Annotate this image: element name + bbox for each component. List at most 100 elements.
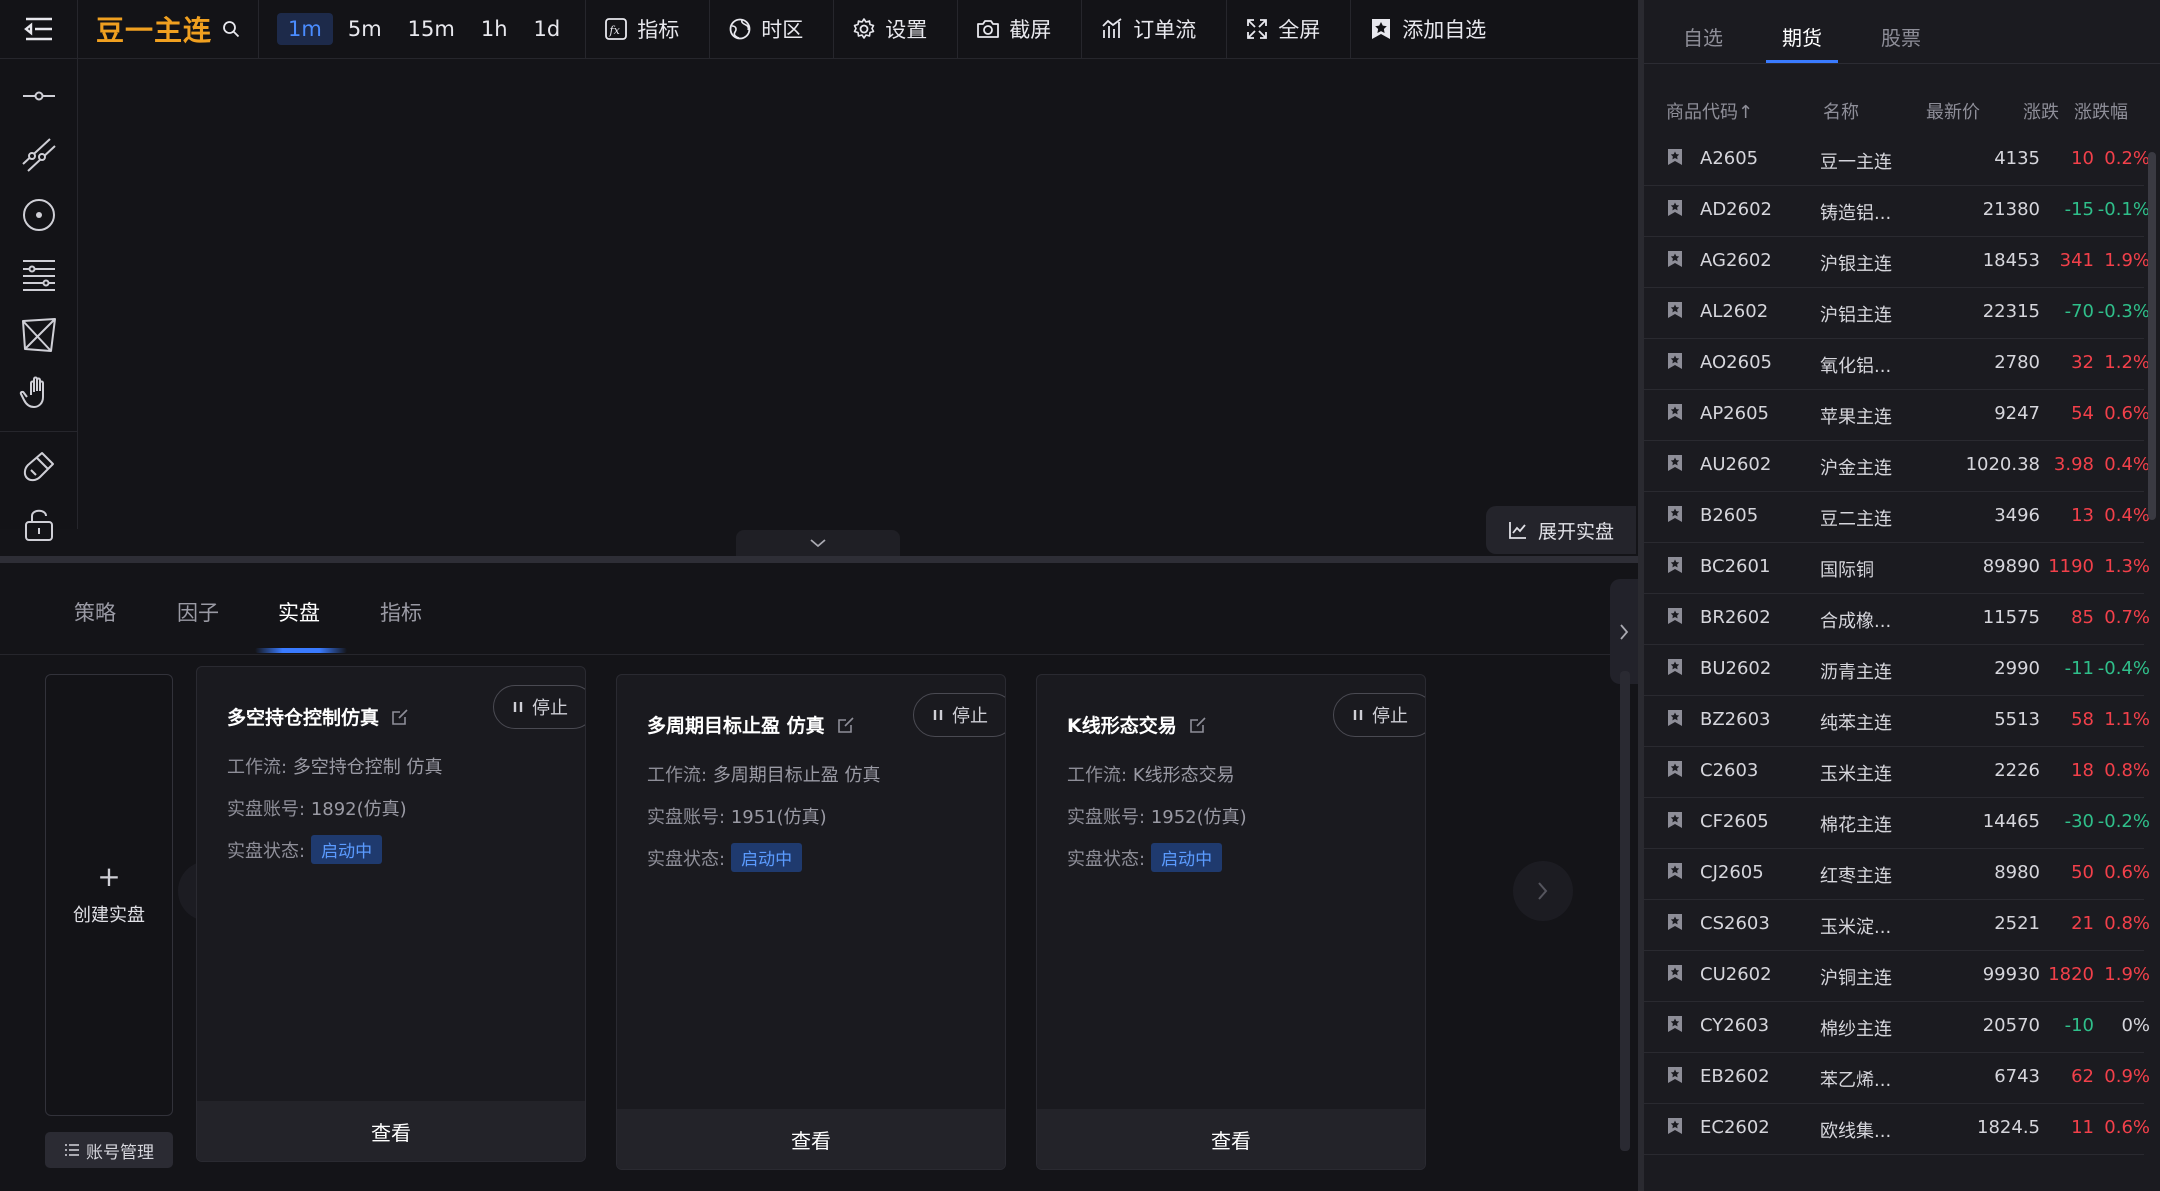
bookmark-icon[interactable] bbox=[1666, 964, 1684, 987]
row-change: -15 bbox=[2064, 199, 2094, 220]
bookmark-icon[interactable] bbox=[1666, 403, 1684, 426]
table-row[interactable]: CF2605 棉花主连 14465 -30 -0.2% bbox=[1644, 798, 2150, 849]
view-button[interactable]: 查看 bbox=[197, 1101, 585, 1161]
bookmark-icon[interactable] bbox=[1666, 913, 1684, 936]
bookmark-icon[interactable] bbox=[1666, 607, 1684, 630]
column-code[interactable]: 商品代码↑ bbox=[1666, 98, 1753, 124]
bookmark-icon[interactable] bbox=[1666, 352, 1684, 375]
circle-tool[interactable] bbox=[17, 193, 61, 237]
chart-canvas[interactable] bbox=[78, 59, 1638, 557]
table-row[interactable]: CJ2605 红枣主连 8980 50 0.6% bbox=[1644, 849, 2150, 900]
table-row[interactable]: BZ2603 纯苯主连 5513 58 1.1% bbox=[1644, 696, 2150, 747]
interval-1h[interactable]: 1h bbox=[470, 13, 519, 45]
bookmark-icon[interactable] bbox=[1666, 1015, 1684, 1038]
interval-5m[interactable]: 5m bbox=[337, 13, 393, 45]
row-change-pct: 1.3% bbox=[2104, 556, 2150, 577]
tab-factor[interactable]: 因子 bbox=[177, 597, 219, 627]
bookmark-icon[interactable] bbox=[1666, 709, 1684, 732]
trend-line-tool[interactable] bbox=[17, 133, 61, 177]
create-live-card[interactable]: + 创建实盘 bbox=[45, 674, 173, 1116]
bookmark-icon[interactable] bbox=[1666, 454, 1684, 477]
screenshot-button[interactable]: 截屏 bbox=[958, 0, 1083, 59]
column-price[interactable]: 最新价 bbox=[1926, 98, 1980, 124]
table-row[interactable]: AD2602 铸造铝... 21380 -15 -0.1% bbox=[1644, 186, 2150, 237]
magnet-tool[interactable] bbox=[17, 445, 61, 489]
table-row[interactable]: AO2605 氧化铝... 2780 32 1.2% bbox=[1644, 339, 2150, 390]
tab-live[interactable]: 实盘 bbox=[278, 597, 320, 627]
fullscreen-button[interactable]: 全屏 bbox=[1227, 0, 1352, 59]
tab-stocks[interactable]: 股票 bbox=[1881, 22, 1921, 51]
table-row[interactable]: CY2603 棉纱主连 20570 -10 0% bbox=[1644, 1002, 2150, 1053]
add-watchlist-button[interactable]: 添加自选 bbox=[1351, 0, 1516, 59]
tab-indicator[interactable]: 指标 bbox=[380, 597, 422, 627]
tab-watchlist[interactable]: 自选 bbox=[1683, 22, 1723, 51]
collapse-chart-button[interactable] bbox=[736, 530, 900, 556]
bookmark-icon[interactable] bbox=[1666, 199, 1684, 222]
indicator-button[interactable]: fx 指标 bbox=[586, 0, 711, 59]
bottom-scrollbar[interactable] bbox=[1620, 671, 1630, 1151]
view-button[interactable]: 查看 bbox=[617, 1109, 1005, 1169]
pan-tool[interactable] bbox=[17, 371, 61, 415]
edit-icon[interactable] bbox=[1189, 716, 1207, 734]
bookmark-icon[interactable] bbox=[1666, 658, 1684, 681]
edit-icon[interactable] bbox=[391, 708, 409, 726]
settings-button[interactable]: 设置 bbox=[834, 0, 959, 59]
bookmark-icon[interactable] bbox=[1666, 301, 1684, 324]
account-management-button[interactable]: 账号管理 bbox=[45, 1132, 173, 1168]
interval-1d[interactable]: 1d bbox=[523, 13, 572, 45]
tab-strategy[interactable]: 策略 bbox=[74, 597, 116, 627]
orderflow-button[interactable]: 订单流 bbox=[1082, 0, 1228, 59]
bookmark-icon[interactable] bbox=[1666, 505, 1684, 528]
table-row[interactable]: AG2602 沪银主连 18453 341 1.9% bbox=[1644, 237, 2150, 288]
bookmark-icon[interactable] bbox=[1666, 250, 1684, 273]
column-change[interactable]: 涨跌 bbox=[2023, 98, 2059, 124]
table-row[interactable]: BU2602 沥青主连 2990 -11 -0.4% bbox=[1644, 645, 2150, 696]
row-change: 85 bbox=[2071, 607, 2094, 628]
column-change-pct[interactable]: 涨跌幅 bbox=[2074, 98, 2128, 124]
row-change-pct: 1.1% bbox=[2104, 709, 2150, 730]
interval-1m[interactable]: 1m bbox=[277, 13, 333, 45]
chevron-right-icon bbox=[1620, 623, 1629, 640]
table-row[interactable]: A2605 豆一主连 4135 10 0.2% bbox=[1644, 135, 2150, 186]
bookmark-icon[interactable] bbox=[1666, 862, 1684, 885]
bookmark-icon[interactable] bbox=[1666, 811, 1684, 834]
tab-futures[interactable]: 期货 bbox=[1782, 22, 1822, 51]
panel-splitter[interactable] bbox=[0, 556, 1638, 563]
bookmark-icon[interactable] bbox=[1666, 760, 1684, 783]
table-row[interactable]: BR2602 合成橡... 11575 85 0.7% bbox=[1644, 594, 2150, 645]
table-row[interactable]: AP2605 苹果主连 9247 54 0.6% bbox=[1644, 390, 2150, 441]
pattern-tool[interactable] bbox=[17, 313, 61, 357]
bookmark-icon[interactable] bbox=[1666, 556, 1684, 579]
column-name[interactable]: 名称 bbox=[1823, 98, 1859, 124]
search-icon[interactable] bbox=[222, 20, 240, 38]
horizontal-line-tool[interactable] bbox=[17, 74, 61, 118]
fibonacci-tool[interactable] bbox=[17, 253, 61, 297]
lock-tool[interactable] bbox=[17, 503, 61, 547]
symbol-selector[interactable]: 豆一主连 bbox=[78, 0, 260, 59]
table-row[interactable]: BC2601 国际铜 89890 1190 1.3% bbox=[1644, 543, 2150, 594]
timezone-button[interactable]: 时区 bbox=[710, 0, 835, 59]
table-row[interactable]: AU2602 沪金主连 1020.38 3.98 0.4% bbox=[1644, 441, 2150, 492]
row-code: C2603 bbox=[1700, 760, 1759, 781]
table-row[interactable]: EC2602 欧线集... 1824.5 11 0.6% bbox=[1644, 1104, 2150, 1155]
bookmark-icon[interactable] bbox=[1666, 1117, 1684, 1140]
table-row[interactable]: B2605 豆二主连 3496 13 0.4% bbox=[1644, 492, 2150, 543]
table-row[interactable]: AL2602 沪铝主连 22315 -70 -0.3% bbox=[1644, 288, 2150, 339]
bookmark-icon[interactable] bbox=[1666, 1066, 1684, 1089]
edit-icon[interactable] bbox=[837, 716, 855, 734]
side-collapse-button[interactable] bbox=[1610, 579, 1638, 684]
stop-button[interactable]: 停止 bbox=[913, 693, 1005, 737]
menu-toggle-button[interactable] bbox=[0, 0, 78, 59]
carousel-next-button[interactable] bbox=[1513, 861, 1573, 921]
stop-button[interactable]: 停止 bbox=[493, 685, 585, 729]
bookmark-icon[interactable] bbox=[1666, 148, 1684, 171]
expand-live-button[interactable]: 展开实盘 bbox=[1486, 506, 1636, 554]
stop-button[interactable]: 停止 bbox=[1333, 693, 1425, 737]
market-scrollbar[interactable] bbox=[2148, 152, 2156, 520]
table-row[interactable]: EB2602 苯乙烯... 6743 62 0.9% bbox=[1644, 1053, 2150, 1104]
view-button[interactable]: 查看 bbox=[1037, 1109, 1425, 1169]
table-row[interactable]: CU2602 沪铜主连 99930 1820 1.9% bbox=[1644, 951, 2150, 1002]
table-row[interactable]: C2603 玉米主连 2226 18 0.8% bbox=[1644, 747, 2150, 798]
interval-15m[interactable]: 15m bbox=[397, 13, 466, 45]
table-row[interactable]: CS2603 玉米淀... 2521 21 0.8% bbox=[1644, 900, 2150, 951]
